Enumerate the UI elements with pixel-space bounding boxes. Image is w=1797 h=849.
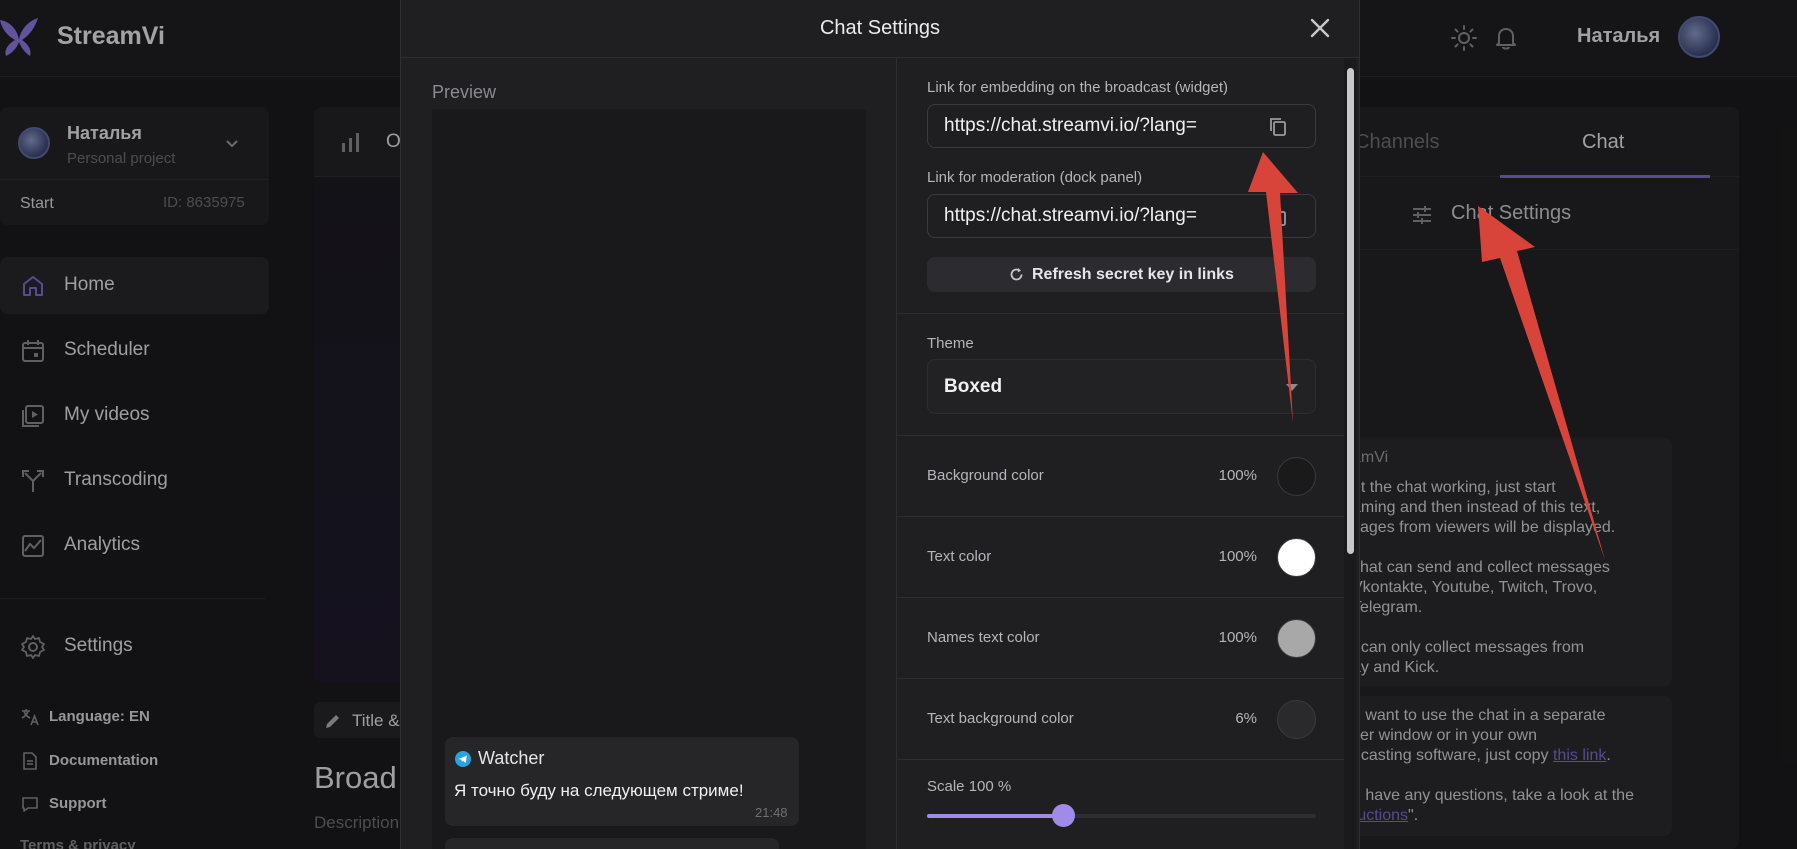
scale-label: Scale 100 %	[927, 778, 1012, 795]
preview-label: Preview	[432, 82, 497, 102]
modal-header: Chat Settings	[401, 0, 1359, 58]
chat-message: Watcher Я точно буду на следующем стриме…	[445, 737, 799, 826]
message-time: 21:48	[755, 805, 788, 820]
copy-icon[interactable]	[1268, 206, 1288, 228]
theme-select[interactable]: Boxed	[927, 359, 1316, 414]
refresh-secret-key-button[interactable]: Refresh secret key in links	[927, 257, 1316, 292]
chat-message	[445, 838, 779, 849]
color-opacity[interactable]: 100%	[1197, 629, 1257, 646]
message-author: Watcher	[478, 748, 545, 768]
scale-slider-fill	[927, 814, 1064, 818]
telegram-icon	[455, 751, 471, 767]
chat-preview: Watcher Я точно буду на следующем стриме…	[432, 109, 866, 849]
chat-settings-modal: Chat Settings Preview Watcher Я точно бу…	[400, 0, 1360, 849]
scale-slider[interactable]	[927, 804, 1316, 827]
modal-scrollbar[interactable]	[1344, 58, 1356, 849]
theme-value: Boxed	[944, 376, 1003, 397]
color-swatch[interactable]	[1277, 457, 1316, 496]
section-divider	[897, 313, 1346, 314]
color-swatch[interactable]	[1277, 619, 1316, 658]
close-icon[interactable]	[1307, 15, 1333, 41]
moderation-link-value[interactable]: https://chat.streamvi.io/?lang=	[944, 205, 1234, 227]
text-background-color-row: Text background color 6%	[897, 679, 1346, 760]
color-opacity[interactable]: 100%	[1197, 467, 1257, 484]
color-label: Names text color	[927, 629, 1040, 646]
refresh-secret-key-label: Refresh secret key in links	[1032, 266, 1234, 283]
copy-icon[interactable]	[1268, 116, 1288, 138]
moderation-link-field[interactable]: https://chat.streamvi.io/?lang=	[927, 194, 1316, 238]
widget-link-value[interactable]: https://chat.streamvi.io/?lang=	[944, 115, 1234, 137]
color-swatch[interactable]	[1277, 538, 1316, 577]
scale-slider-thumb[interactable]	[1052, 804, 1076, 827]
refresh-icon	[1010, 268, 1023, 281]
background-color-row: Background color 100%	[897, 436, 1346, 517]
color-opacity[interactable]: 100%	[1197, 548, 1257, 565]
dropdown-arrow-icon	[1286, 384, 1298, 391]
text-color-row: Text color 100%	[897, 517, 1346, 598]
names-text-color-row: Names text color 100%	[897, 598, 1346, 679]
color-swatch[interactable]	[1277, 700, 1316, 739]
color-label: Text color	[927, 548, 992, 565]
color-label: Background color	[927, 467, 1044, 484]
widget-link-field[interactable]: https://chat.streamvi.io/?lang=	[927, 104, 1316, 148]
widget-link-label: Link for embedding on the broadcast (wid…	[927, 79, 1229, 96]
color-label: Text background color	[927, 710, 1074, 727]
message-text: Я точно буду на следующем стриме!	[454, 781, 744, 800]
settings-column: Link for embedding on the broadcast (wid…	[896, 58, 1346, 849]
color-opacity[interactable]: 6%	[1197, 710, 1257, 727]
moderation-link-label: Link for moderation (dock panel)	[927, 169, 1143, 186]
theme-label: Theme	[927, 335, 974, 352]
modal-title: Chat Settings	[819, 17, 941, 39]
modal-scrollbar-thumb[interactable]	[1347, 68, 1354, 554]
